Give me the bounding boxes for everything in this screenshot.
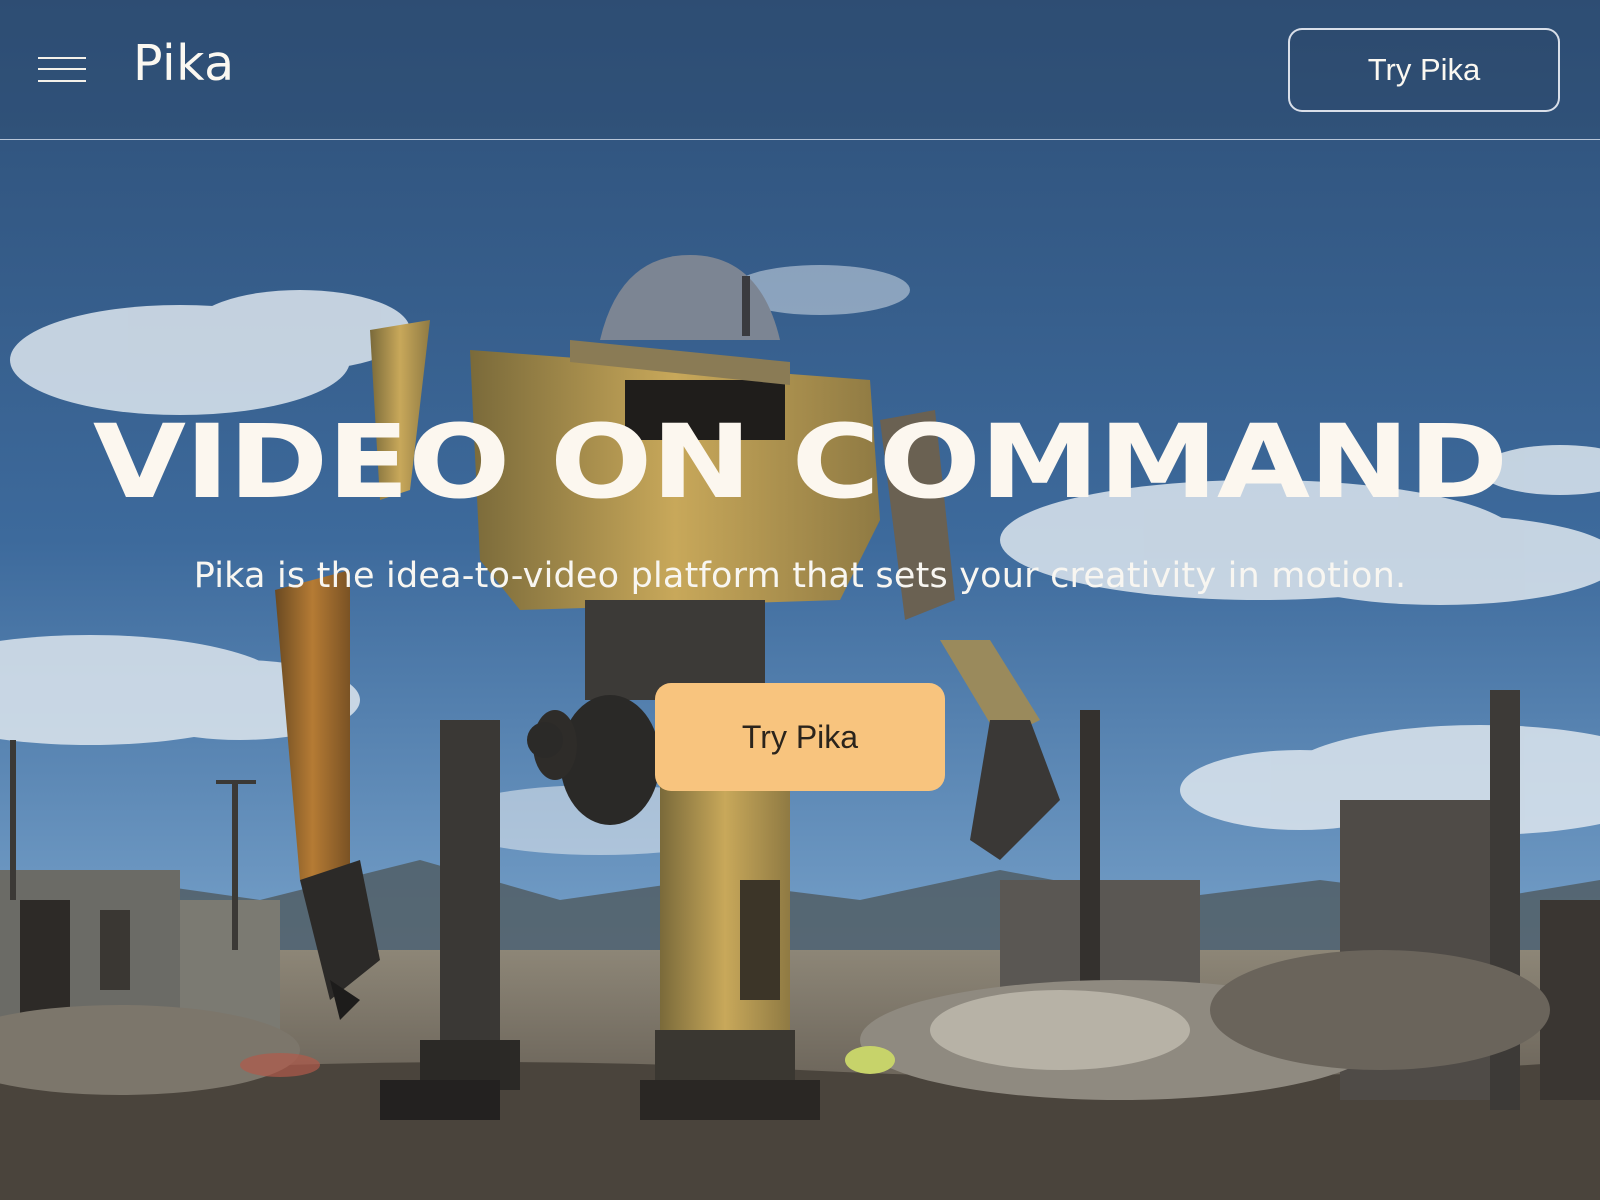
try-pika-hero-button[interactable]: Try Pika	[655, 683, 945, 791]
menu-line	[38, 57, 86, 59]
hero-background-video	[0, 0, 1600, 1200]
top-navigation-bar: Pika Try Pika	[0, 0, 1600, 140]
hamburger-menu-icon[interactable]	[38, 54, 86, 84]
pika-logo[interactable]: Pika	[133, 34, 235, 94]
try-pika-header-button[interactable]: Try Pika	[1288, 28, 1560, 112]
menu-line	[38, 68, 86, 70]
hero-title: VIDEO ON COMMAND	[92, 403, 1509, 522]
menu-line	[38, 80, 86, 82]
hero-subtitle: Pika is the idea-to-video platform that …	[193, 556, 1407, 596]
